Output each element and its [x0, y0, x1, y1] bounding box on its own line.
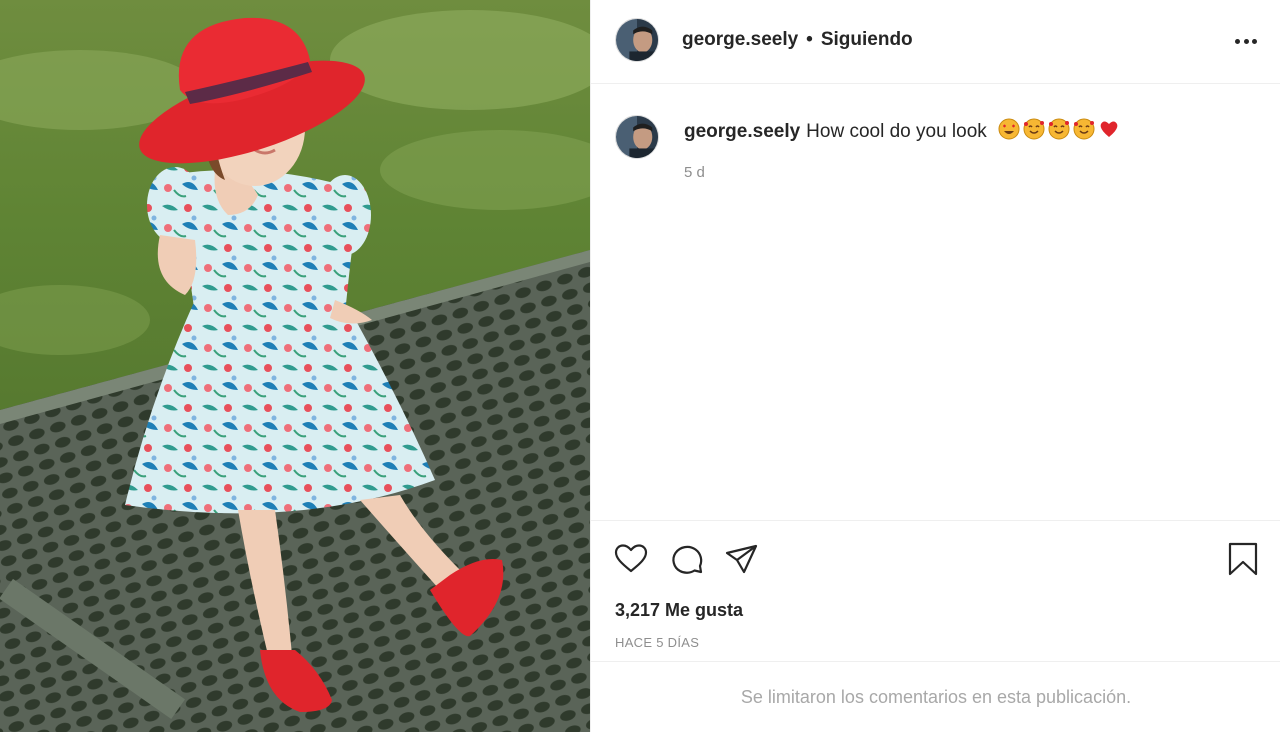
author-username[interactable]: george.seely: [682, 28, 798, 52]
comments-limited-notice: Se limitaron los comentarios en esta pub…: [591, 661, 1280, 732]
smiling-hearts-emoji-icon: [1048, 118, 1070, 140]
author-avatar[interactable]: [615, 18, 659, 62]
likes-number: 3,217: [615, 600, 661, 620]
speech-bubble-icon: [672, 545, 703, 574]
smiling-hearts-emoji-icon: [1073, 118, 1095, 140]
red-heart-emoji-icon: [1100, 121, 1118, 137]
post-photo[interactable]: [0, 0, 590, 732]
post-actions-section: 3,217 Me gusta HACE 5 DÍAS: [591, 520, 1280, 661]
instagram-post: george.seely • Siguiendo george.seely Ho…: [0, 0, 1280, 732]
post-timestamp[interactable]: HACE 5 DÍAS: [615, 635, 699, 650]
likes-count[interactable]: 3,217 Me gusta: [615, 600, 743, 621]
heart-outline-icon: [614, 544, 648, 573]
more-dot: [1243, 38, 1249, 44]
header-text: george.seely • Siguiendo: [682, 28, 913, 52]
separator-dot: •: [806, 29, 813, 50]
caption-timestamp[interactable]: 5 d: [684, 164, 705, 181]
caption-author-avatar[interactable]: [615, 115, 659, 159]
avatar-image: [616, 116, 658, 158]
heart-eyes-emoji-icon: [998, 118, 1020, 140]
smiling-hearts-emoji-icon: [1023, 118, 1045, 140]
share-button[interactable]: [724, 541, 760, 577]
post-details-panel: george.seely • Siguiendo george.seely Ho…: [590, 0, 1280, 732]
more-dot: [1252, 38, 1257, 44]
post-header: george.seely • Siguiendo: [591, 0, 1280, 84]
comment-button[interactable]: [669, 541, 705, 577]
avatar-image: [616, 19, 658, 61]
like-button[interactable]: [613, 541, 649, 577]
caption-emojis: [998, 118, 1120, 140]
likes-label: Me gusta: [665, 600, 744, 620]
paper-plane-icon: [725, 544, 758, 574]
more-options-icon[interactable]: [1233, 28, 1259, 54]
following-button[interactable]: Siguiendo: [821, 28, 913, 52]
more-dot: [1235, 38, 1240, 44]
caption-text: george.seely How cool do you look: [684, 118, 1244, 144]
photo-illustration: [0, 10, 590, 732]
bookmark-icon: [1228, 542, 1258, 576]
save-button[interactable]: [1225, 541, 1261, 577]
caption-body: How cool do you look: [806, 121, 987, 142]
caption-username[interactable]: george.seely: [684, 121, 800, 142]
